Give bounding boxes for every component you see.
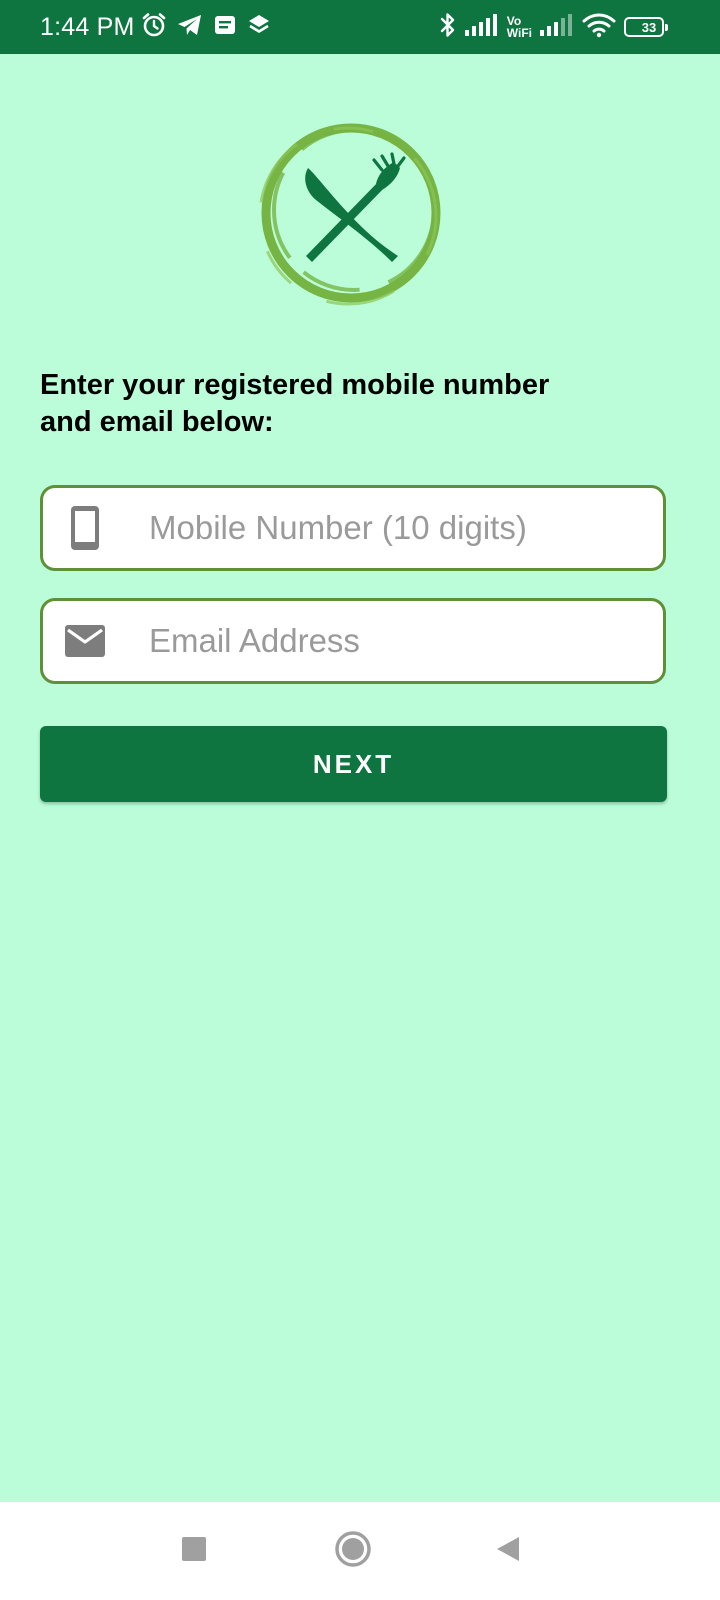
email-field[interactable]: [40, 598, 666, 684]
home-icon: [334, 1530, 372, 1573]
stack-icon: [247, 13, 271, 42]
fork-knife-logo-icon: [258, 108, 448, 308]
vowifi-bottom-label: WiFi: [506, 26, 532, 40]
navigation-bar: [0, 1502, 720, 1600]
signal-icon: [464, 13, 499, 41]
status-time: 1:44 PM: [40, 12, 135, 41]
recents-icon: [181, 1536, 207, 1567]
bluetooth-icon: [439, 11, 457, 44]
alarm-icon: [141, 12, 167, 43]
home-button[interactable]: [313, 1502, 393, 1600]
phone-icon: [63, 505, 107, 551]
message-icon: [213, 13, 237, 42]
mobile-number-input[interactable]: [147, 508, 631, 548]
back-icon: [495, 1535, 521, 1568]
mobile-number-field[interactable]: [40, 485, 666, 571]
email-icon: [63, 624, 107, 658]
login-screen: Enter your registered mobile number and …: [0, 54, 720, 1502]
battery-icon: 33: [624, 17, 668, 37]
recents-button[interactable]: [154, 1502, 234, 1600]
next-button[interactable]: NEXT: [40, 726, 667, 802]
email-input[interactable]: [147, 621, 631, 661]
status-bar: 1:44 PM Vo WiFi 33: [0, 0, 720, 54]
instruction-text: Enter your registered mobile number and …: [40, 369, 550, 438]
back-button[interactable]: [468, 1502, 548, 1600]
vowifi-icon: Vo WiFi: [507, 15, 532, 39]
telegram-icon: [177, 13, 203, 42]
signal-icon: [540, 13, 574, 41]
wifi-icon: [582, 12, 616, 43]
battery-level: 33: [641, 19, 657, 35]
